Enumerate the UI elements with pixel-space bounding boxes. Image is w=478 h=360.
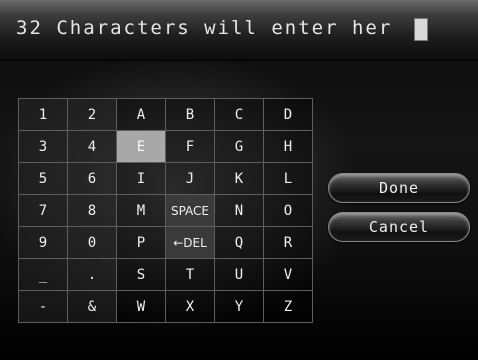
key-v[interactable]: V <box>263 258 313 291</box>
keyboard-row: 12ABCD <box>18 98 313 131</box>
key-8[interactable]: 8 <box>67 194 117 227</box>
key-underscore[interactable]: _ <box>18 258 68 291</box>
key-3[interactable]: 3 <box>18 130 68 163</box>
key-q[interactable]: Q <box>214 226 264 259</box>
key-2[interactable]: 2 <box>67 98 117 131</box>
key-x[interactable]: X <box>165 290 215 323</box>
key-0[interactable]: 0 <box>67 226 117 259</box>
key-w[interactable]: W <box>116 290 166 323</box>
key-a[interactable]: A <box>116 98 166 131</box>
key-7[interactable]: 7 <box>18 194 68 227</box>
keyboard-row: 34EFGH <box>18 130 313 163</box>
keyboard-row: 9 0 P ←DEL Q R <box>18 226 313 259</box>
key-delete[interactable]: ←DEL <box>165 226 215 259</box>
key-h[interactable]: H <box>263 130 313 163</box>
key-e[interactable]: E <box>116 130 166 163</box>
key-d[interactable]: D <box>263 98 313 131</box>
key-p[interactable]: P <box>116 226 166 259</box>
key-o[interactable]: O <box>263 194 313 227</box>
key-z[interactable]: Z <box>263 290 313 323</box>
keyboard-row: 7 8 M SPACE N O <box>18 194 313 227</box>
key-t[interactable]: T <box>165 258 215 291</box>
key-f[interactable]: F <box>165 130 215 163</box>
key-b[interactable]: B <box>165 98 215 131</box>
onscreen-keyboard: 1 2 A B C D 3 4 E F G H 5 6 I J K L 7 8 M SPACE N O 9 0 P ←DEL Q R _. S… <box>18 98 313 323</box>
key-1[interactable]: 1 <box>18 98 68 131</box>
key-period[interactable]: . <box>67 258 117 291</box>
key-space[interactable]: SPACE <box>165 194 215 227</box>
key-y[interactable]: Y <box>214 290 264 323</box>
keyboard-row: 56IJKL <box>18 162 313 195</box>
keyboard-row: _. S T U V <box>18 258 313 291</box>
key-9[interactable]: 9 <box>18 226 68 259</box>
key-6[interactable]: 6 <box>67 162 117 195</box>
key-s[interactable]: S <box>116 258 166 291</box>
key-hyphen[interactable]: - <box>18 290 68 323</box>
done-button[interactable]: Done <box>328 173 470 203</box>
key-ampersand[interactable]: & <box>67 290 117 323</box>
keyboard-row: - & W X Y Z <box>18 290 313 323</box>
key-g[interactable]: G <box>214 130 264 163</box>
key-c[interactable]: C <box>214 98 264 131</box>
key-i[interactable]: I <box>116 162 166 195</box>
key-j[interactable]: J <box>165 162 215 195</box>
key-5[interactable]: 5 <box>18 162 68 195</box>
text-entry-value: 32 Characters will enter her <box>16 17 393 39</box>
text-entry-bar[interactable]: 32 Characters will enter her <box>0 0 478 61</box>
cancel-button[interactable]: Cancel <box>328 212 470 242</box>
text-cursor <box>414 18 428 41</box>
key-k[interactable]: K <box>214 162 264 195</box>
key-n[interactable]: N <box>214 194 264 227</box>
keyboard-screen: 32 Characters will enter her 12ABCD34EFG… <box>0 0 478 360</box>
key-r[interactable]: R <box>263 226 313 259</box>
key-4[interactable]: 4 <box>67 130 117 163</box>
key-l[interactable]: L <box>263 162 313 195</box>
key-m[interactable]: M <box>116 194 166 227</box>
key-u[interactable]: U <box>214 258 264 291</box>
